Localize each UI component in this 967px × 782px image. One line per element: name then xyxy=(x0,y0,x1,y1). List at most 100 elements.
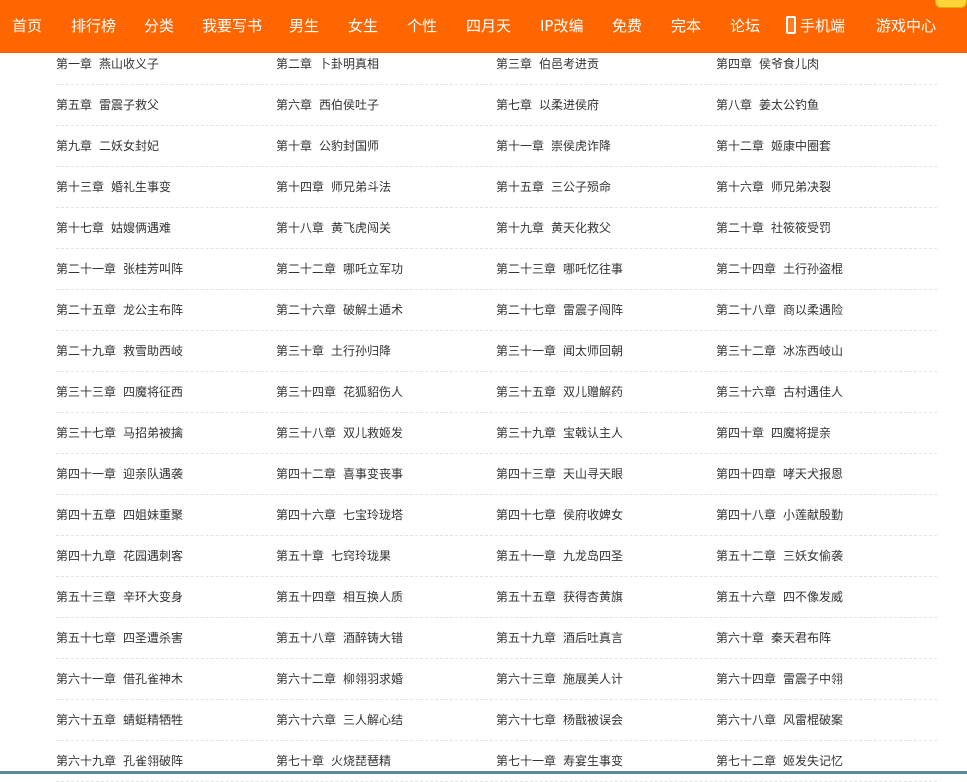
chapter-link[interactable]: 第五十八章 酒醉铸大错 xyxy=(276,618,403,658)
chapter-number: 第四十三章 xyxy=(496,467,557,481)
chapter-link[interactable]: 第二十六章 破解土遁术 xyxy=(276,290,403,330)
chapter-link[interactable]: 第五十二章 三妖女偷袭 xyxy=(716,536,843,576)
chapter-link[interactable]: 第九章 二妖女封妃 xyxy=(56,126,159,166)
chapter-link[interactable]: 第六十八章 风雷棍破案 xyxy=(716,700,843,740)
chapter-link[interactable]: 第三十八章 双儿救姬发 xyxy=(276,413,403,453)
chapter-number: 第三十五章 xyxy=(496,385,557,399)
chapter-link[interactable]: 第七十二章 姬发失记忆 xyxy=(716,741,843,781)
chapter-title: 黄天化救父 xyxy=(551,221,612,235)
chapter-link[interactable]: 第五十九章 酒后吐真言 xyxy=(496,618,623,658)
chapter-number: 第三十章 xyxy=(276,344,325,358)
chapter-title: 黄飞虎闯关 xyxy=(331,221,392,235)
chapter-link[interactable]: 第三十三章 四魔将征西 xyxy=(56,372,183,412)
nav-item-home[interactable]: 首页 xyxy=(12,0,42,52)
chapter-link[interactable]: 第十六章 师兄弟决裂 xyxy=(716,167,831,207)
chapter-number: 第十六章 xyxy=(716,180,765,194)
chapter-link[interactable]: 第二十二章 哪吒立军功 xyxy=(276,249,403,289)
chapter-number: 第五章 xyxy=(56,98,93,112)
chapter-number: 第三章 xyxy=(496,57,533,71)
chapter-link[interactable]: 第三十六章 古村遇佳人 xyxy=(716,372,843,412)
chapter-link[interactable]: 第四十一章 迎亲队遇袭 xyxy=(56,454,183,494)
chapter-number: 第十四章 xyxy=(276,180,325,194)
chapter-link[interactable]: 第十八章 黄飞虎闯关 xyxy=(276,208,391,248)
chapter-link[interactable]: 第一章 燕山收义子 xyxy=(56,44,159,84)
chapter-link[interactable]: 第十一章 崇侯虎诈降 xyxy=(496,126,611,166)
chapter-link[interactable]: 第二十一章 张桂芳叫阵 xyxy=(56,249,183,289)
chapter-link[interactable]: 第四十四章 哮天犬报恩 xyxy=(716,454,843,494)
chapter-number: 第十一章 xyxy=(496,139,545,153)
chapter-link[interactable]: 第五十六章 四不像发威 xyxy=(716,577,843,617)
chapter-title: 宝戟认主人 xyxy=(563,426,624,440)
chapter-link[interactable]: 第六十六章 三人解心结 xyxy=(276,700,403,740)
chapter-link[interactable]: 第十七章 姑嫂俩遇难 xyxy=(56,208,171,248)
chapter-link[interactable]: 第四十章 四魔将提亲 xyxy=(716,413,831,453)
chapter-link[interactable]: 第五十四章 相互换人质 xyxy=(276,577,403,617)
chapter-link[interactable]: 第四十七章 侯府收婢女 xyxy=(496,495,623,535)
chapter-link[interactable]: 第五章 雷震子救父 xyxy=(56,85,159,125)
chapter-title: 姑嫂俩遇难 xyxy=(111,221,172,235)
chapter-link[interactable]: 第二章 卜卦明真相 xyxy=(276,44,379,84)
chapter-number: 第六十四章 xyxy=(716,672,777,686)
chapter-link[interactable]: 第十四章 师兄弟斗法 xyxy=(276,167,391,207)
chapter-link[interactable]: 第三十二章 冰冻西岐山 xyxy=(716,331,843,371)
chapter-link[interactable]: 第六十一章 借孔雀神木 xyxy=(56,659,183,699)
chapter-link[interactable]: 第五十一章 九龙岛四圣 xyxy=(496,536,623,576)
chapter-link[interactable]: 第六十七章 杨戬被误会 xyxy=(496,700,623,740)
chapter-link[interactable]: 第五十七章 四圣遭杀害 xyxy=(56,618,183,658)
chapter-link[interactable]: 第十二章 姬康中圈套 xyxy=(716,126,831,166)
chapter-number: 第三十四章 xyxy=(276,385,337,399)
chapter-link[interactable]: 第六十九章 孔雀翎破阵 xyxy=(56,741,183,781)
chapter-link[interactable]: 第四十二章 喜事变丧事 xyxy=(276,454,403,494)
chapter-link[interactable]: 第三十一章 闻太师回朝 xyxy=(496,331,623,371)
chapter-link[interactable]: 第六十五章 蜻蜓精牺牲 xyxy=(56,700,183,740)
chapter-title: 冰冻西岐山 xyxy=(783,344,844,358)
chapter-link[interactable]: 第十五章 三公子殒命 xyxy=(496,167,611,207)
chapter-link[interactable]: 第三十七章 马招弟被擒 xyxy=(56,413,183,453)
chapter-title: 侯爷食儿肉 xyxy=(759,57,820,71)
chapter-number: 第四十五章 xyxy=(56,508,117,522)
chapter-link[interactable]: 第七十一章 寿宴生事变 xyxy=(496,741,623,781)
chapter-link[interactable]: 第四十六章 七宝玲珑塔 xyxy=(276,495,403,535)
chapter-link[interactable]: 第三十章 土行孙归降 xyxy=(276,331,391,371)
chapter-link[interactable]: 第十三章 婚礼生事变 xyxy=(56,167,171,207)
chapter-link[interactable]: 第四章 侯爷食儿肉 xyxy=(716,44,819,84)
chapter-number: 第六章 xyxy=(276,98,313,112)
chapter-link[interactable]: 第二十八章 商以柔遇险 xyxy=(716,290,843,330)
chapter-link[interactable]: 第四十五章 四姐妹重聚 xyxy=(56,495,183,535)
chapter-link[interactable]: 第四十三章 天山寻天眼 xyxy=(496,454,623,494)
chapter-title: 师兄弟决裂 xyxy=(771,180,832,194)
chapter-link[interactable]: 第五十章 七窍玲珑果 xyxy=(276,536,391,576)
chapter-row: 第五十三章 辛环大变身 第五十四章 相互换人质 第五十五章 获得杏黄旗 第五十六章 四不像发威 xyxy=(56,577,937,618)
chapter-row: 第九章 二妖女封妃 第十章 公豹封国师 第十一章 崇侯虎诈降 第十二章 姬康中圈套 xyxy=(56,126,937,167)
chapter-link[interactable]: 第七十章 火烧琵琶精 xyxy=(276,741,391,781)
chapter-number: 第四十一章 xyxy=(56,467,117,481)
chapter-link[interactable]: 第六十章 秦天君布阵 xyxy=(716,618,831,658)
chapter-link[interactable]: 第六十三章 施展美人计 xyxy=(496,659,623,699)
chapter-link[interactable]: 第六十四章 雷震子中翎 xyxy=(716,659,843,699)
chapter-link[interactable]: 第七章 以柔进侯府 xyxy=(496,85,599,125)
chapter-link[interactable]: 第二十九章 救雪助西岐 xyxy=(56,331,183,371)
chapter-number: 第五十六章 xyxy=(716,590,777,604)
chapter-title: 秦天君布阵 xyxy=(771,631,832,645)
chapter-link[interactable]: 第二十七章 雷震子闯阵 xyxy=(496,290,623,330)
chapter-link[interactable]: 第五十五章 获得杏黄旗 xyxy=(496,577,623,617)
mobile-phone-icon xyxy=(786,16,796,34)
chapter-link[interactable]: 第二十三章 哪吒忆往事 xyxy=(496,249,623,289)
chapter-link[interactable]: 第十章 公豹封国师 xyxy=(276,126,379,166)
chapter-link[interactable]: 第四十九章 花园遇刺客 xyxy=(56,536,183,576)
chapter-link[interactable]: 第四十八章 小莲献殷勤 xyxy=(716,495,843,535)
chapter-title: 卜卦明真相 xyxy=(319,57,380,71)
chapter-link[interactable]: 第二十章 社筱筱受罚 xyxy=(716,208,831,248)
chapter-link[interactable]: 第三章 伯邑考进贡 xyxy=(496,44,599,84)
chapter-link[interactable]: 第六十二章 柳翎羽求婚 xyxy=(276,659,403,699)
chapter-link[interactable]: 第八章 姜太公钓鱼 xyxy=(716,85,819,125)
chapter-link[interactable]: 第十九章 黄天化救父 xyxy=(496,208,611,248)
chapter-link[interactable]: 第三十九章 宝戟认主人 xyxy=(496,413,623,453)
chapter-link[interactable]: 第五十三章 辛环大变身 xyxy=(56,577,183,617)
chapter-link[interactable]: 第三十五章 双儿赠解药 xyxy=(496,372,623,412)
chapter-link[interactable]: 第三十四章 花狐貂伤人 xyxy=(276,372,403,412)
chapter-link[interactable]: 第六章 西伯侯吐子 xyxy=(276,85,379,125)
chapter-link[interactable]: 第二十五章 龙公主布阵 xyxy=(56,290,183,330)
chapter-link[interactable]: 第二十四章 土行孙盗棍 xyxy=(716,249,843,289)
chapter-number: 第五十八章 xyxy=(276,631,337,645)
